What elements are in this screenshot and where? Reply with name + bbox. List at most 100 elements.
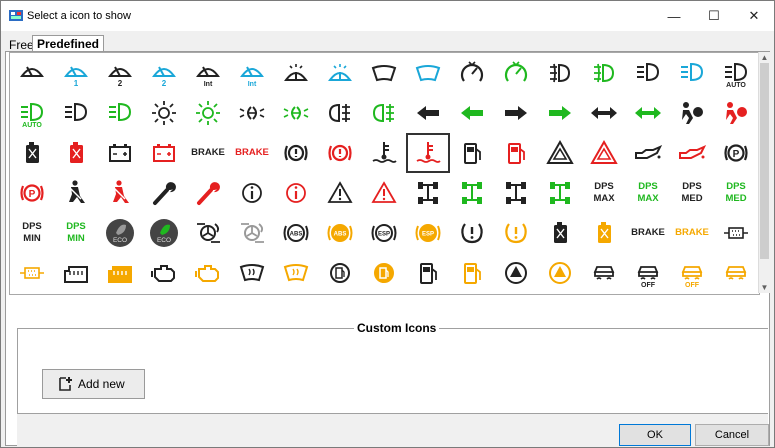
- battery-red-icon[interactable]: [142, 133, 186, 173]
- fog-light-green-icon[interactable]: [582, 53, 626, 93]
- tpms-orange-icon[interactable]: [494, 213, 538, 253]
- fuel-pump-icon[interactable]: [450, 133, 494, 173]
- fuel-can-icon[interactable]: [10, 133, 54, 173]
- factory-icon[interactable]: [54, 253, 98, 293]
- axle-lock-green-icon[interactable]: [538, 173, 582, 213]
- brake-text-red-icon[interactable]: BRAKE: [230, 133, 274, 173]
- dps-med-icon[interactable]: DPS MED: [670, 173, 714, 213]
- triangle-circle-icon[interactable]: [494, 253, 538, 293]
- low-beam-green-icon[interactable]: [98, 93, 142, 133]
- fuel-can-partial-icon[interactable]: [10, 293, 54, 294]
- warning-triangle-icon[interactable]: [538, 133, 582, 173]
- brake-text-icon[interactable]: BRAKE: [186, 133, 230, 173]
- road2-orange-partial-icon[interactable]: [406, 293, 450, 294]
- dps-min-green-icon[interactable]: DPS MIN: [54, 213, 98, 253]
- fuel-can-red-icon[interactable]: [54, 133, 98, 173]
- axle-lock-icon[interactable]: [494, 173, 538, 213]
- minimize-button[interactable]: —: [654, 1, 694, 31]
- airbag-red-icon[interactable]: [714, 93, 758, 133]
- fog-light-icon[interactable]: [538, 53, 582, 93]
- esp-orange-icon[interactable]: ESP: [406, 213, 450, 253]
- fuel-pump-orange-icon[interactable]: [450, 253, 494, 293]
- parking-brake-icon[interactable]: P: [714, 133, 758, 173]
- washer-blue-icon[interactable]: [318, 53, 362, 93]
- fuel-circle-icon[interactable]: [318, 253, 362, 293]
- windshield-blue-icon[interactable]: [406, 53, 450, 93]
- dps-med-green-icon[interactable]: DPS MED: [714, 173, 758, 213]
- arrow-right-green-icon[interactable]: [538, 93, 582, 133]
- gauge-orange-partial-icon[interactable]: [230, 293, 274, 294]
- close-button[interactable]: ✕: [734, 1, 774, 31]
- triangle-circle-orange-icon[interactable]: [538, 253, 582, 293]
- tpms-icon[interactable]: [450, 213, 494, 253]
- fuel-can-orange-partial-icon[interactable]: [54, 293, 98, 294]
- gauge-partial-icon[interactable]: [186, 293, 230, 294]
- wrench-icon[interactable]: [142, 173, 186, 213]
- info-icon[interactable]: [230, 173, 274, 213]
- abs-icon[interactable]: ABS: [274, 213, 318, 253]
- road-partial-icon[interactable]: [274, 293, 318, 294]
- dpf-icon[interactable]: [714, 213, 758, 253]
- brake-text-plain-icon[interactable]: BRAKE: [626, 213, 670, 253]
- high-beam-auto-icon[interactable]: AUTO: [714, 53, 758, 93]
- coolant-icon[interactable]: [362, 133, 406, 173]
- add-new-button[interactable]: Add new: [42, 369, 145, 399]
- maximize-button[interactable]: ☐: [694, 1, 734, 31]
- abs-orange-icon[interactable]: ABS: [318, 213, 362, 253]
- wiper-int-icon[interactable]: Int: [186, 53, 230, 93]
- hazard-arrows-green-icon[interactable]: [626, 93, 670, 133]
- sun-green-icon[interactable]: [186, 93, 230, 133]
- airbag-icon[interactable]: [670, 93, 714, 133]
- oil-icon[interactable]: [626, 133, 670, 173]
- scroll-down-icon[interactable]: ▼: [759, 282, 770, 293]
- cruise-icon[interactable]: [450, 53, 494, 93]
- turbo-icon[interactable]: [186, 213, 230, 253]
- arrow-left-green-icon[interactable]: [450, 93, 494, 133]
- high-beam-blue-icon[interactable]: [670, 53, 714, 93]
- caution-red-icon[interactable]: [362, 173, 406, 213]
- windshield-heat-orange-icon[interactable]: [274, 253, 318, 293]
- info-red-icon[interactable]: [274, 173, 318, 213]
- seatbelt-red-icon[interactable]: [98, 173, 142, 213]
- low-beam-icon[interactable]: [54, 93, 98, 133]
- wiper-int-blue-icon[interactable]: Int: [230, 53, 274, 93]
- road-orange-partial-icon[interactable]: [318, 293, 362, 294]
- arrow-right-icon[interactable]: [494, 93, 538, 133]
- traction-off-icon[interactable]: OFF: [626, 253, 670, 293]
- brake-warning-red-icon[interactable]: [318, 133, 362, 173]
- wrench-partial-icon[interactable]: [98, 293, 142, 294]
- rear-fog-green-icon[interactable]: [362, 93, 406, 133]
- dps-max-icon[interactable]: DPS MAX: [582, 173, 626, 213]
- eco-icon[interactable]: ECO: [98, 213, 142, 253]
- dps-max-green-icon[interactable]: DPS MAX: [626, 173, 670, 213]
- fuel-circle-orange-icon[interactable]: [362, 253, 406, 293]
- parking-brake-red-icon[interactable]: P: [10, 173, 54, 213]
- engine-orange-icon[interactable]: [186, 253, 230, 293]
- brake-text-orange-icon[interactable]: BRAKE: [670, 213, 714, 253]
- dpf-orange-icon[interactable]: [10, 253, 54, 293]
- fuel-pump-red-icon[interactable]: [494, 133, 538, 173]
- sun-icon[interactable]: [142, 93, 186, 133]
- cruise-green-icon[interactable]: [494, 53, 538, 93]
- wrench-orange-partial-icon[interactable]: [142, 293, 186, 294]
- windshield-icon[interactable]: [362, 53, 406, 93]
- wiper-2-icon[interactable]: 2: [98, 53, 142, 93]
- rear-fog-icon[interactable]: [318, 93, 362, 133]
- washer-icon[interactable]: [274, 53, 318, 93]
- coolant-red-icon[interactable]: [406, 133, 450, 173]
- traction-off-orange-icon[interactable]: OFF: [670, 253, 714, 293]
- traction-orange-icon[interactable]: [714, 253, 758, 293]
- brake-warning-icon[interactable]: [274, 133, 318, 173]
- high-beam-icon[interactable]: [626, 53, 670, 93]
- wrench-red-icon[interactable]: [186, 173, 230, 213]
- warning-triangle-red-icon[interactable]: [582, 133, 626, 173]
- vertical-scrollbar[interactable]: ▲ ▼: [758, 52, 770, 293]
- seatbelt-icon[interactable]: [54, 173, 98, 213]
- traction-icon[interactable]: [582, 253, 626, 293]
- fuel-can-orange-icon[interactable]: [582, 213, 626, 253]
- engine-icon[interactable]: [142, 253, 186, 293]
- dps-min-icon[interactable]: DPS MIN: [10, 213, 54, 253]
- side-light-green-icon[interactable]: [274, 93, 318, 133]
- fuel-pump-plain-icon[interactable]: [406, 253, 450, 293]
- caution-icon[interactable]: [318, 173, 362, 213]
